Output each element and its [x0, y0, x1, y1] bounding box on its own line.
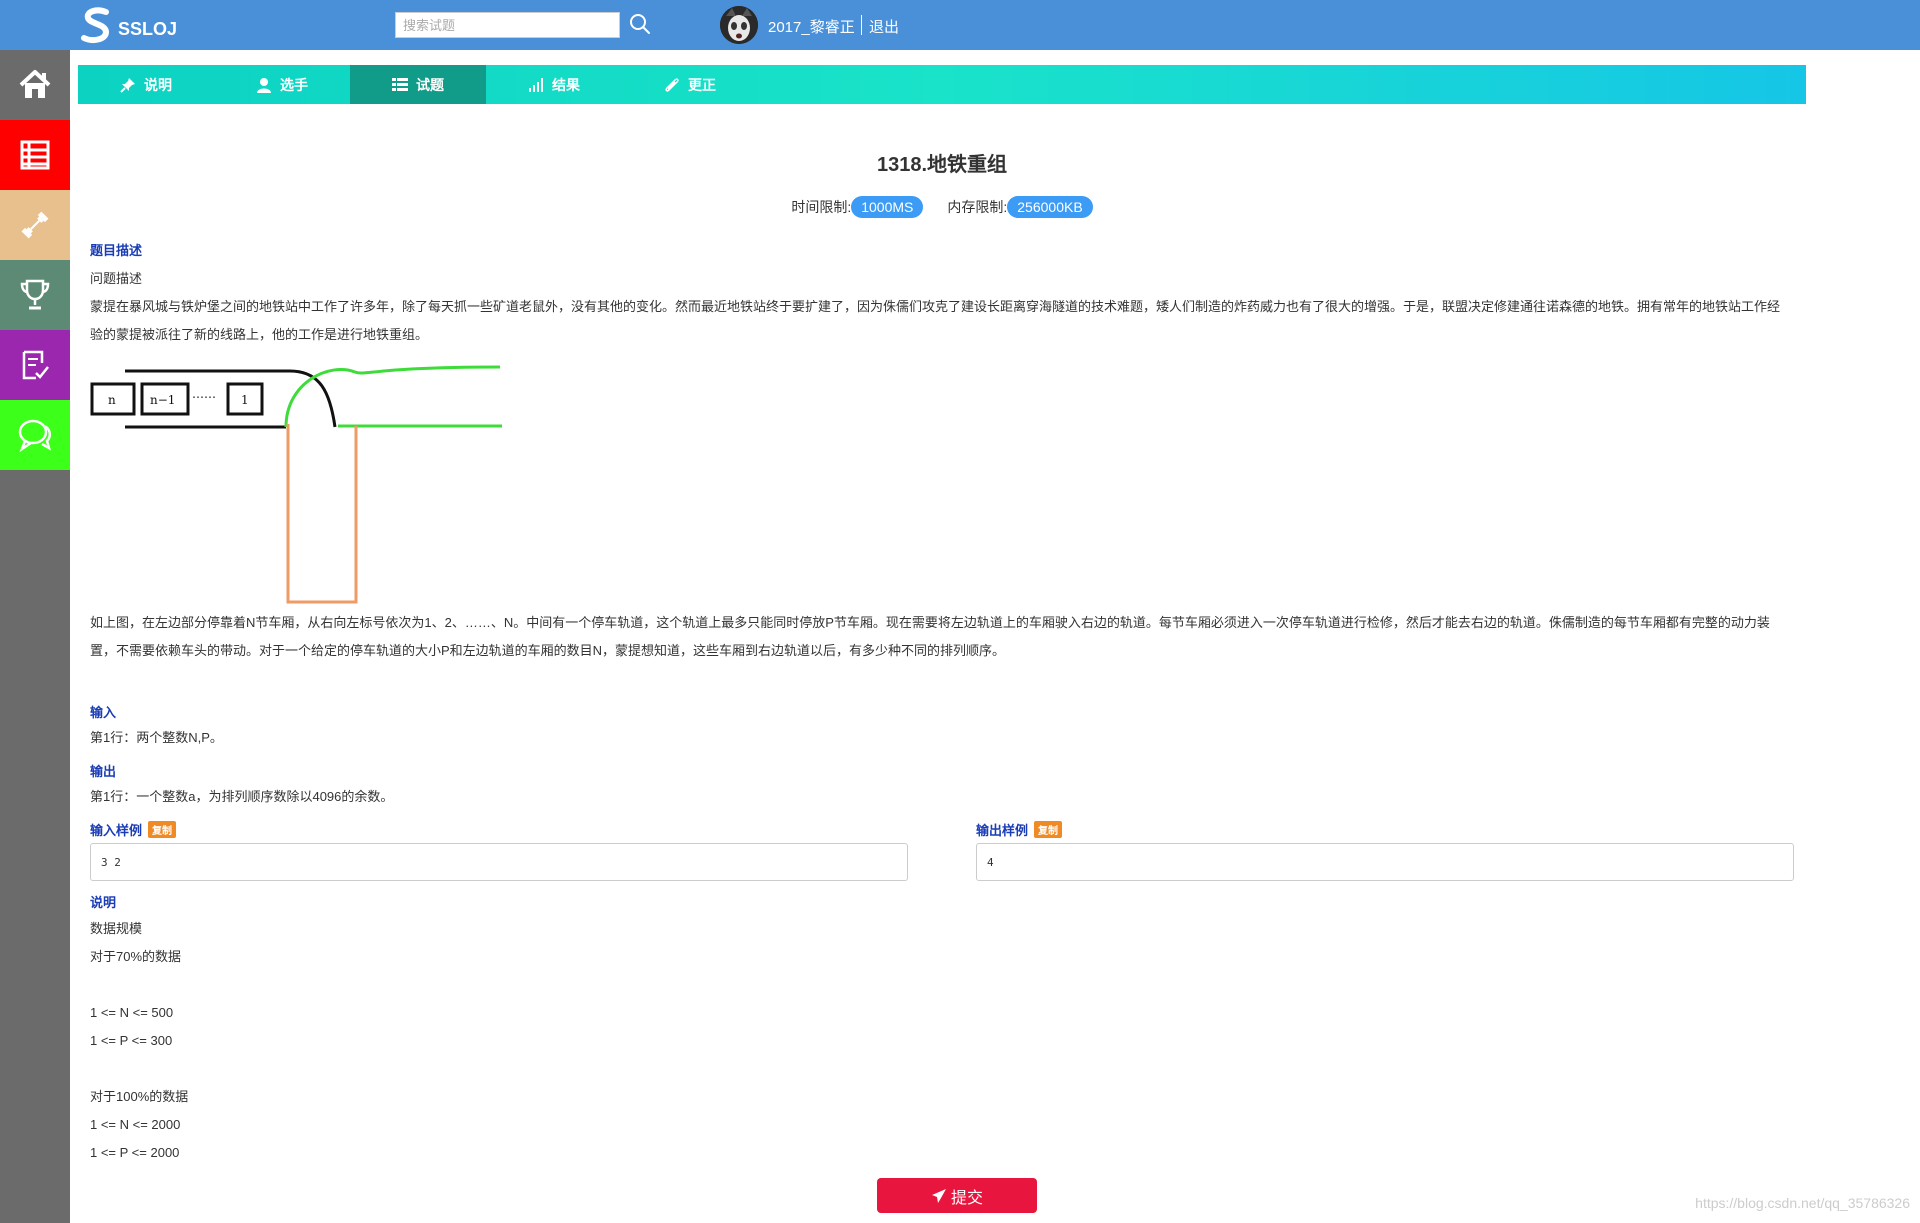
avatar-image — [720, 6, 758, 44]
note-line: 1 <= P <= 2000 — [90, 1145, 180, 1160]
sample-input-heading-label: 输入样例 — [90, 823, 143, 838]
note-heading: 说明 — [90, 895, 117, 910]
track-diagram: n n−1 …… 1 — [90, 365, 502, 604]
paperclip-icon — [665, 77, 679, 92]
divider — [861, 15, 862, 35]
sidebar-item-discuss[interactable] — [0, 400, 70, 470]
submit-button[interactable]: 提交 — [877, 1178, 1037, 1213]
search-input[interactable] — [395, 12, 620, 38]
description-paragraph-2: 如上图，在左边部分停靠着N节车厢，从右向左标号依次为1、2、……、N。中间有一个… — [90, 615, 1770, 658]
description-paragraph: 蒙提在暴风城与铁炉堡之间的地铁站中工作了许多年，除了每天抓一些矿道老鼠外，没有其… — [90, 299, 1781, 342]
tab-label: 试题 — [416, 76, 444, 93]
user-icon — [257, 77, 271, 93]
car-label-dots: …… — [192, 387, 216, 401]
sample-output-heading-label: 输出样例 — [976, 823, 1029, 838]
sidebar-item-contests[interactable] — [0, 260, 70, 330]
sidebar-item-home[interactable] — [0, 50, 70, 120]
tab-corrections[interactable]: 更正 — [622, 65, 758, 104]
checklist-icon — [22, 350, 49, 380]
username-link[interactable]: 2017_黎睿正 — [768, 16, 855, 37]
avatar[interactable] — [720, 6, 758, 44]
list-icon — [392, 77, 408, 91]
list-icon — [20, 140, 50, 170]
car-label-n: n — [108, 393, 116, 407]
description-subheading: 问题描述 — [90, 271, 143, 286]
chat-icon — [18, 419, 52, 452]
sample-input-heading: 输入样例 复制 — [90, 820, 177, 839]
note-line: 1 <= N <= 500 — [90, 1005, 174, 1020]
sample-output-box[interactable]: 4 — [976, 843, 1794, 881]
note-line: 对于70%的数据 — [90, 949, 182, 964]
copy-sample-output-button[interactable]: 复制 — [1034, 821, 1063, 838]
tab-contestants[interactable]: 选手 — [214, 65, 350, 104]
sidebar-item-status[interactable] — [0, 330, 70, 400]
tab-problems[interactable]: 试题 — [350, 65, 486, 104]
car-label-n-minus-1: n−1 — [150, 393, 175, 407]
submit-label: 提交 — [950, 1189, 983, 1207]
output-heading: 输出 — [90, 764, 117, 779]
limits-row: 时间限制: 1000MS 内存限制: 256000KB — [78, 196, 1806, 218]
note-line: 1 <= P <= 300 — [90, 1033, 173, 1048]
time-limit-label: 时间限制: — [791, 199, 852, 215]
input-heading: 输入 — [90, 705, 117, 720]
output-text: 第1行：一个整数a，为排列顺序数除以4096的余数。 — [90, 789, 394, 804]
bar-chart-icon — [529, 77, 543, 92]
memory-limit-label: 内存限制: — [947, 199, 1008, 215]
send-icon — [931, 1188, 946, 1203]
sidebar — [0, 50, 70, 1223]
note-line: 数据规模 — [90, 921, 143, 936]
copy-sample-input-button[interactable]: 复制 — [148, 821, 177, 838]
tab-label: 说明 — [144, 76, 172, 93]
pin-icon — [120, 77, 135, 93]
note-line: 对于100%的数据 — [90, 1089, 189, 1104]
tab-label: 选手 — [280, 76, 308, 93]
memory-limit-badge: 256000KB — [1007, 196, 1093, 218]
logo-text: SSLOJ — [118, 18, 178, 39]
note-line: 1 <= N <= 2000 — [90, 1117, 181, 1132]
tab-label: 更正 — [688, 76, 716, 93]
tab-results[interactable]: 结果 — [486, 65, 622, 104]
tab-description[interactable]: 说明 — [78, 65, 214, 104]
trophy-icon — [20, 279, 50, 310]
site-logo[interactable]: SSLOJ — [80, 6, 177, 46]
problem-title: 1318.地铁重组 — [876, 154, 1008, 176]
home-icon — [19, 70, 51, 98]
sample-output-heading: 输出样例 复制 — [976, 820, 1063, 839]
logout-link[interactable]: 退出 — [869, 16, 899, 37]
logo-icon — [81, 7, 110, 43]
input-text: 第1行：两个整数N,P。 — [90, 730, 223, 745]
sample-input-box[interactable]: 3 2 — [90, 843, 908, 881]
watermark: https://blog.csdn.net/qq_35786326 — [1695, 1195, 1910, 1211]
tab-label: 结果 — [552, 76, 580, 93]
problem-tab-bar: 说明 选手 试题 结果 更正 — [78, 65, 1806, 104]
dumbbell-icon — [21, 211, 49, 239]
sidebar-item-problems[interactable] — [0, 120, 70, 190]
time-limit-badge: 1000MS — [851, 196, 924, 218]
search-icon[interactable] — [628, 12, 652, 36]
description-heading: 题目描述 — [90, 243, 143, 258]
car-label-1: 1 — [241, 393, 249, 407]
top-navbar: SSLOJ 2017_黎睿正 退出 — [0, 0, 1920, 50]
sidebar-item-training[interactable] — [0, 190, 70, 260]
